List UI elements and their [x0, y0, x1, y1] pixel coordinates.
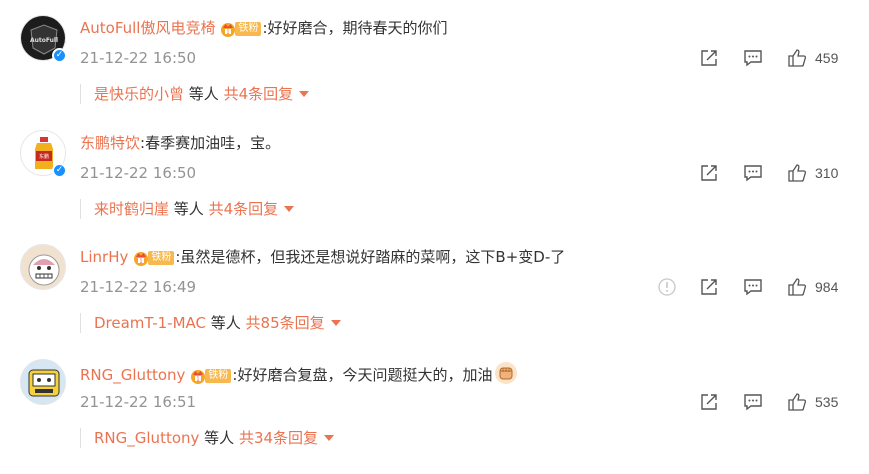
share-button[interactable] — [699, 389, 719, 415]
chevron-down-icon — [284, 206, 295, 212]
svg-text:1: 1 — [140, 259, 143, 265]
like-count: 984 — [815, 279, 839, 295]
comment-icon — [744, 394, 762, 411]
share-icon — [701, 50, 717, 66]
fan-badge: 1 铁粉 — [189, 367, 232, 385]
chevron-down-icon — [299, 91, 310, 97]
share-button[interactable] — [699, 45, 719, 71]
comment-item: RNG_Gluttony 1 铁粉:好好磨合复盘，今天问题挺大的，加油 21-12-… — [0, 344, 869, 458]
reply-username[interactable]: 是快乐的小曾 — [94, 85, 184, 103]
username-link[interactable]: LinrHy — [80, 248, 128, 266]
report-button[interactable] — [657, 274, 677, 300]
comment-line: RNG_Gluttony 1 铁粉:好好磨合复盘，今天问题挺大的，加油 — [80, 361, 518, 386]
comment-text: 好好磨合，期待春天的你们 — [267, 19, 448, 37]
svg-text:1: 1 — [197, 377, 200, 383]
verified-icon: ✓ — [52, 163, 67, 178]
like-icon — [788, 278, 807, 296]
share-button[interactable] — [699, 274, 719, 300]
fist-emoji — [495, 362, 518, 384]
comment-time: 21-12-22 16:49 — [80, 278, 197, 296]
reply-username[interactable]: 来时鹤归崖 — [94, 200, 169, 218]
comment-icon — [744, 50, 762, 67]
reply-count-link[interactable]: 共85条回复 — [246, 314, 325, 332]
share-icon — [701, 394, 717, 410]
comment-line: LinrHy 1 铁粉:虽然是德杯，但我还是想说好踏麻的菜啊，这下B+变D-了 — [80, 248, 566, 267]
username-link[interactable]: 东鹏特饮 — [80, 134, 140, 152]
like-count: 310 — [815, 165, 839, 181]
comment-line: 东鹏特饮:春季赛加油哇，宝。 — [80, 134, 281, 152]
comment-text: 虽然是德杯，但我还是想说好踏麻的菜啊，这下B+变D-了 — [180, 248, 566, 266]
reply-button[interactable] — [743, 389, 763, 415]
like-button[interactable]: 310 — [787, 160, 838, 186]
comment-item: 东鹏 ✓ 东鹏特饮:春季赛加油哇，宝。 21-12-22 16:50 310 来… — [0, 115, 869, 229]
comment-icon — [744, 165, 762, 182]
comment-text: 好好磨合复盘，今天问题挺大的，加油 — [237, 366, 493, 384]
comment-item: LinrHy 1 铁粉:虽然是德杯，但我还是想说好踏麻的菜啊，这下B+变D-了 21… — [0, 229, 869, 343]
reply-button[interactable] — [743, 274, 763, 300]
like-button[interactable]: 459 — [787, 45, 838, 71]
reply-button[interactable] — [743, 160, 763, 186]
username-link[interactable]: RNG_Gluttony — [80, 366, 185, 384]
comment-time: 21-12-22 16:50 — [80, 49, 197, 67]
share-button[interactable] — [699, 160, 719, 186]
reply-username[interactable]: DreamT-1-MAC — [94, 314, 206, 332]
comment-text: 春季赛加油哇，宝。 — [145, 134, 281, 152]
reply-count-link[interactable]: 共34条回复 — [239, 429, 318, 447]
reply-count-link[interactable]: 共4条回复 — [224, 85, 294, 103]
svg-text:AutoFull: AutoFull — [30, 37, 58, 44]
like-count: 535 — [815, 394, 839, 410]
chevron-down-icon — [324, 435, 335, 441]
reply-summary[interactable]: RNG_Gluttony 等人 共34条回复 — [80, 428, 335, 448]
share-icon — [701, 165, 717, 181]
like-icon — [788, 49, 807, 67]
reply-count-link[interactable]: 共4条回复 — [209, 200, 279, 218]
verified-icon: ✓ — [52, 48, 67, 63]
like-icon — [788, 164, 807, 182]
avatar[interactable] — [20, 359, 66, 405]
fan-badge: 1 铁粉 — [219, 20, 262, 38]
comment-time: 21-12-22 16:50 — [80, 164, 197, 182]
comment-time: 21-12-22 16:51 — [80, 393, 197, 411]
like-button[interactable]: 535 — [787, 389, 838, 415]
comment-line: AutoFull傲风电竞椅 1 铁粉:好好磨合，期待春天的你们 — [80, 19, 448, 38]
reply-summary[interactable]: 来时鹤归崖 等人 共4条回复 — [80, 199, 295, 219]
reply-button[interactable] — [743, 45, 763, 71]
avatar[interactable] — [20, 244, 66, 290]
reply-username[interactable]: RNG_Gluttony — [94, 429, 199, 447]
svg-text:东鹏: 东鹏 — [39, 153, 49, 160]
comment-icon — [744, 279, 762, 296]
like-button[interactable]: 984 — [787, 274, 838, 300]
fan-badge: 1 铁粉 — [132, 249, 175, 267]
username-link[interactable]: AutoFull傲风电竞椅 — [80, 19, 215, 37]
reply-summary[interactable]: 是快乐的小曾 等人 共4条回复 — [80, 84, 310, 104]
reply-summary[interactable]: DreamT-1-MAC 等人 共85条回复 — [80, 313, 341, 333]
report-icon — [658, 278, 676, 296]
comment-item: AutoFull ✓ AutoFull傲风电竞椅 1 铁粉:好好磨合，期待春天的你们… — [0, 0, 869, 114]
like-count: 459 — [815, 50, 839, 66]
chevron-down-icon — [330, 320, 341, 326]
like-icon — [788, 393, 807, 411]
svg-text:1: 1 — [227, 30, 230, 36]
share-icon — [701, 279, 717, 295]
